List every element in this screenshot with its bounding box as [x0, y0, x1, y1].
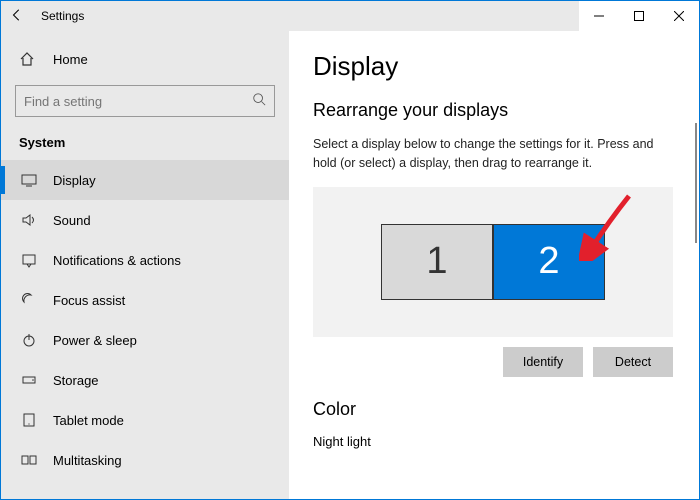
search-box[interactable]	[15, 85, 275, 117]
nav-tablet-mode[interactable]: Tablet mode	[1, 400, 289, 440]
rearrange-description: Select a display below to change the set…	[313, 135, 673, 173]
nav-label: Multitasking	[39, 453, 122, 468]
nav-display[interactable]: Display	[1, 160, 289, 200]
search-input[interactable]	[24, 94, 252, 109]
scrollbar[interactable]	[695, 123, 697, 243]
nav-label: Focus assist	[39, 293, 125, 308]
nav-storage[interactable]: Storage	[1, 360, 289, 400]
home-label: Home	[39, 52, 88, 67]
multitasking-icon	[19, 452, 39, 468]
back-button[interactable]	[1, 8, 33, 25]
minimize-button[interactable]	[579, 1, 619, 31]
nav-label: Power & sleep	[39, 333, 137, 348]
nav-label: Notifications & actions	[39, 253, 181, 268]
nav-focus-assist[interactable]: Focus assist	[1, 280, 289, 320]
detect-button[interactable]: Detect	[593, 347, 673, 377]
home-nav[interactable]: Home	[1, 41, 289, 77]
section-color: Color	[313, 399, 675, 420]
section-rearrange: Rearrange your displays	[313, 100, 675, 121]
tablet-icon	[19, 412, 39, 428]
main-content: Display Rearrange your displays Select a…	[289, 31, 699, 499]
section-system: System	[1, 131, 289, 160]
identify-button[interactable]: Identify	[503, 347, 583, 377]
nav-sound[interactable]: Sound	[1, 200, 289, 240]
search-icon	[252, 92, 266, 111]
title-bar: Settings	[1, 1, 699, 31]
page-heading: Display	[313, 51, 675, 82]
sound-icon	[19, 212, 39, 228]
nav-power-sleep[interactable]: Power & sleep	[1, 320, 289, 360]
maximize-button[interactable]	[619, 1, 659, 31]
display-icon	[19, 172, 39, 188]
window-title: Settings	[33, 9, 84, 23]
power-icon	[19, 332, 39, 348]
display-arrangement-area[interactable]: 1 2	[313, 187, 673, 337]
nav-label: Sound	[39, 213, 91, 228]
nav-notifications[interactable]: Notifications & actions	[1, 240, 289, 280]
nav-multitasking[interactable]: Multitasking	[1, 440, 289, 480]
focus-icon	[19, 292, 39, 308]
home-icon	[19, 51, 39, 67]
monitor-1[interactable]: 1	[381, 224, 493, 300]
close-button[interactable]	[659, 1, 699, 31]
storage-icon	[19, 372, 39, 388]
nav-label: Display	[39, 173, 96, 188]
nav-label: Storage	[39, 373, 99, 388]
sidebar: Home System Display Sound Notifications …	[1, 31, 289, 499]
monitor-2[interactable]: 2	[493, 224, 605, 300]
night-light-label: Night light	[313, 434, 675, 449]
notifications-icon	[19, 252, 39, 268]
nav-label: Tablet mode	[39, 413, 124, 428]
